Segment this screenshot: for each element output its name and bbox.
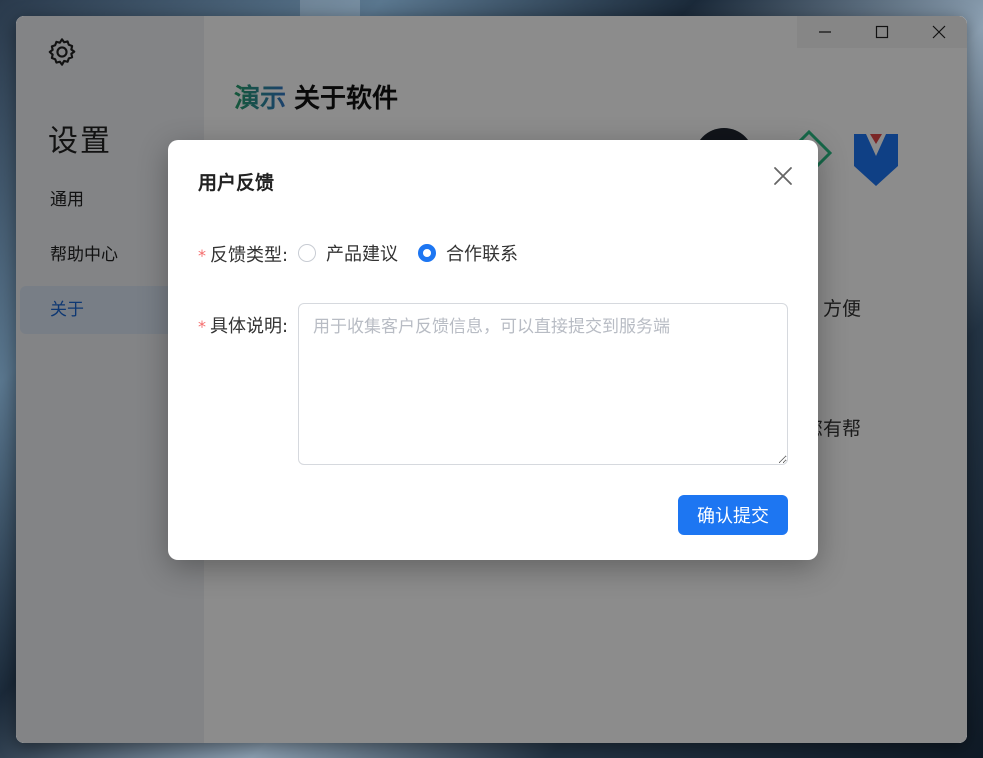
submit-button[interactable]: 确认提交 xyxy=(678,495,788,535)
desktop-wallpaper xyxy=(300,0,360,16)
feedback-dialog: 用户反馈 *反馈类型: 产品建议 合作联系 *具体说明: 确认提交 xyxy=(168,140,818,560)
required-mark: * xyxy=(198,317,206,336)
dialog-title: 用户反馈 xyxy=(198,172,275,194)
radio-product-suggestion[interactable]: 产品建议 xyxy=(298,241,398,265)
dialog-close-icon[interactable] xyxy=(771,164,795,188)
required-mark: * xyxy=(198,246,206,265)
radio-unchecked-icon[interactable] xyxy=(298,244,316,262)
radio-partnership-contact[interactable]: 合作联系 xyxy=(418,241,518,265)
radio-label: 合作联系 xyxy=(446,244,518,265)
description-label: * 具体说明: xyxy=(198,316,289,337)
feedback-type-label: * 反馈类型: xyxy=(198,245,289,266)
description-textarea[interactable] xyxy=(298,303,788,465)
radio-label: 产品建议 xyxy=(326,244,398,265)
radio-checked-icon[interactable] xyxy=(418,244,436,262)
